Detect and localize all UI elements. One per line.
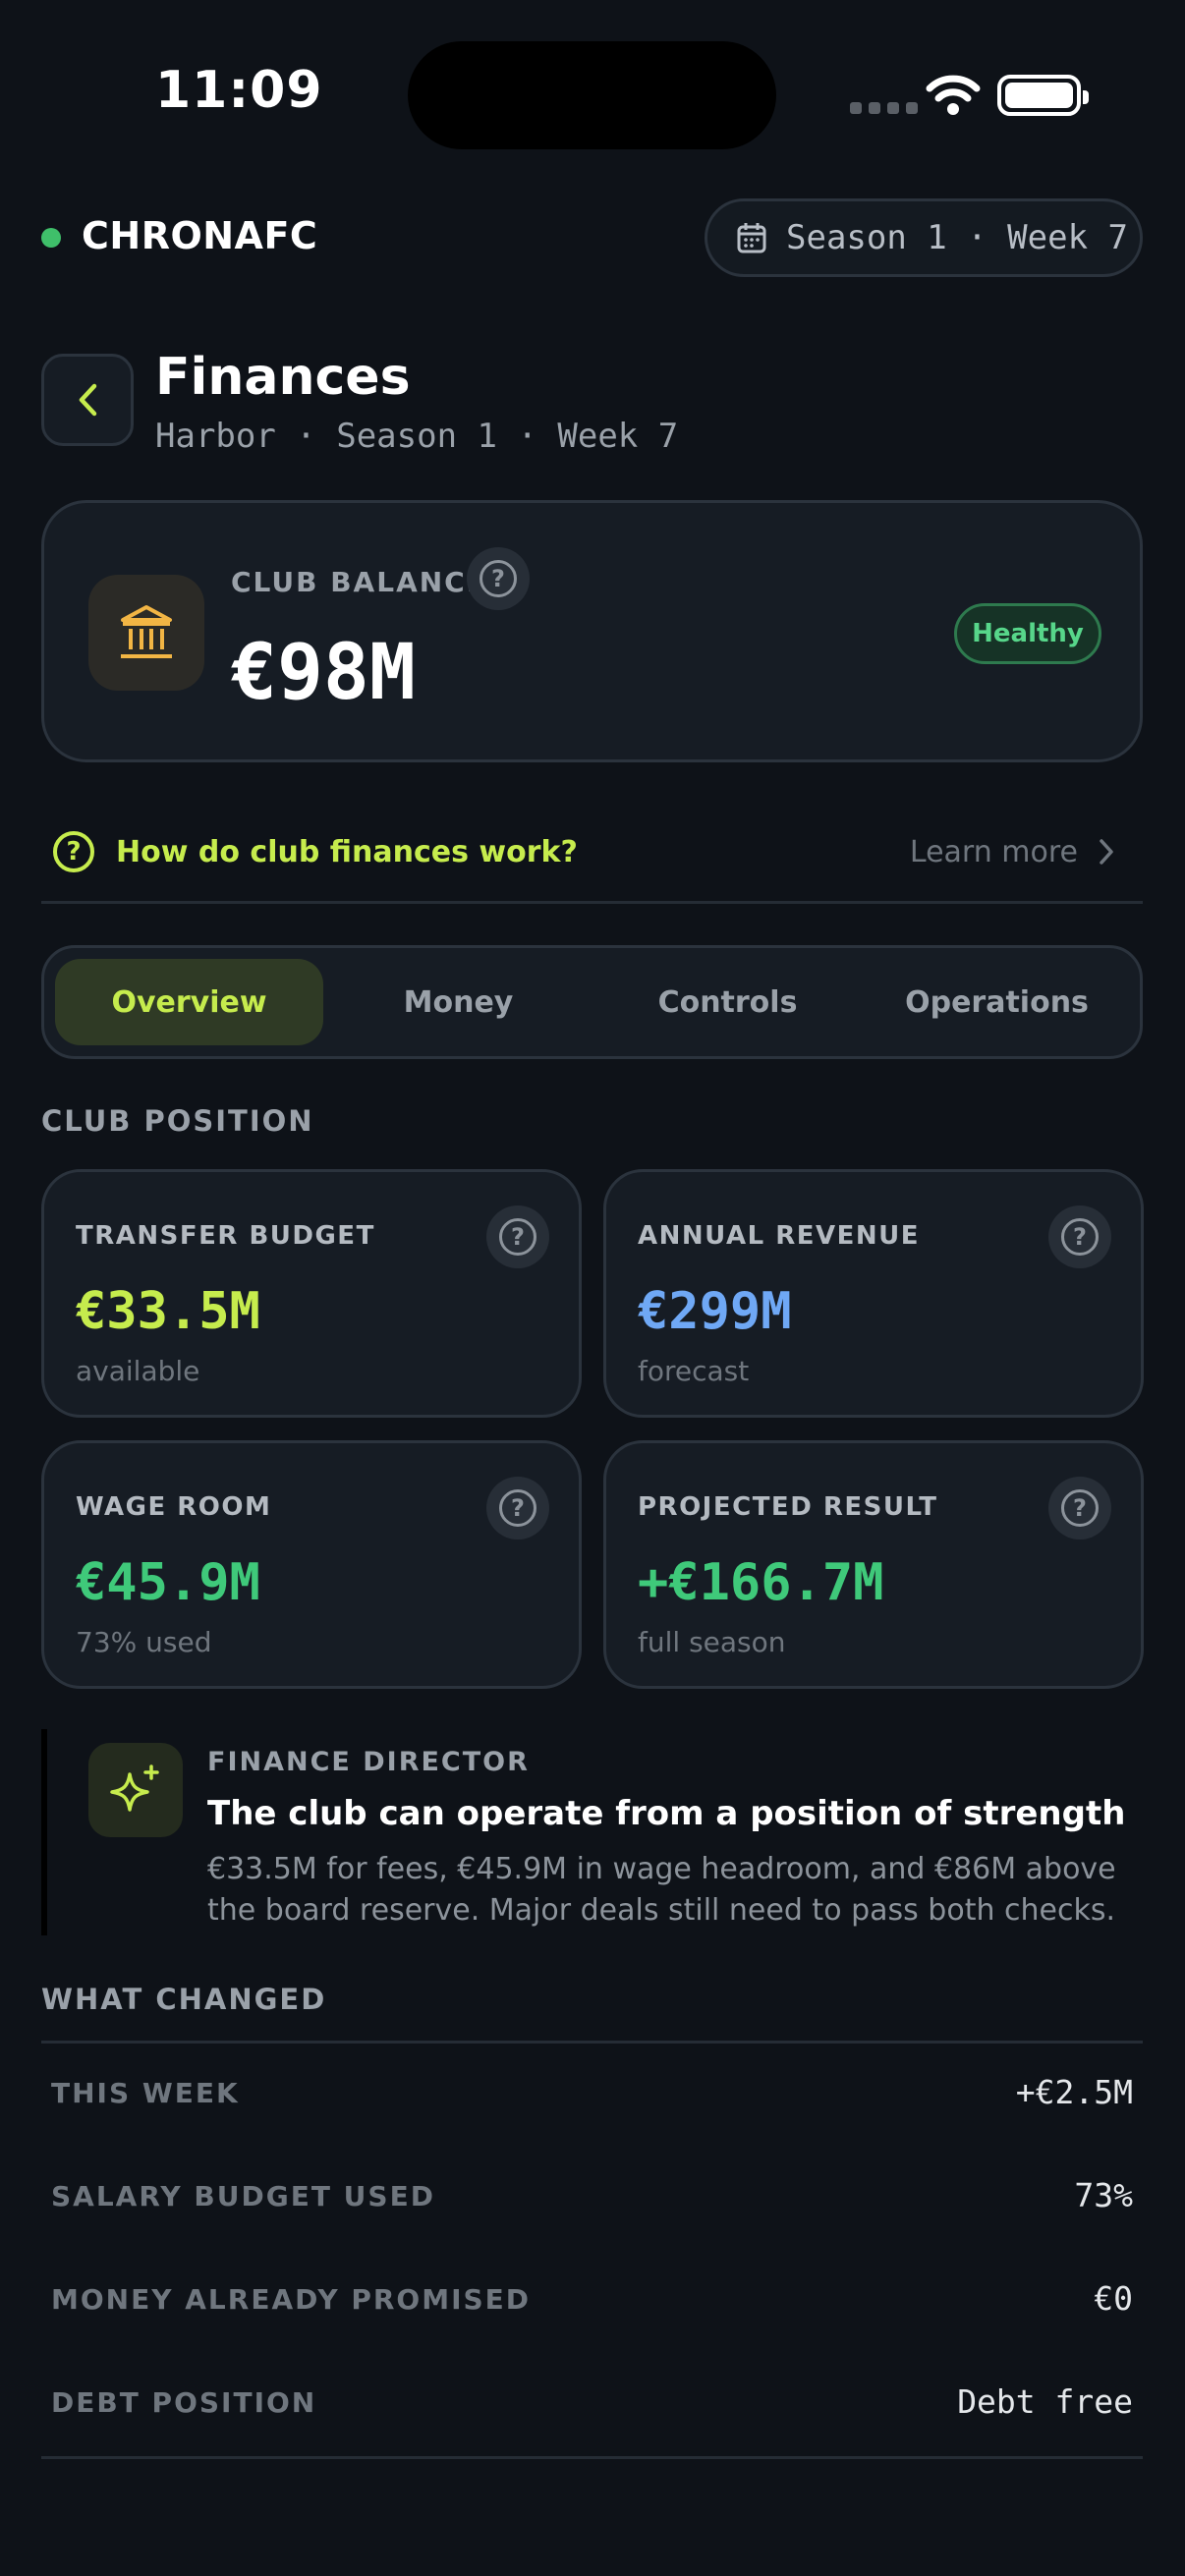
change-key: DEBT POSITION <box>51 2386 317 2419</box>
club-balance-value: €98M <box>231 629 416 717</box>
season-week-label: Season 1 · Week 7 <box>786 218 1128 257</box>
balance-help-button[interactable]: ? <box>467 547 530 610</box>
change-key: SALARY BUDGET USED <box>51 2180 435 2212</box>
change-value: 73% <box>1074 2176 1133 2214</box>
stat-value: €33.5M <box>76 1282 260 1341</box>
question-icon: ? <box>1061 1489 1099 1527</box>
status-time: 11:09 <box>155 61 323 120</box>
stat-sub: forecast <box>638 1355 750 1387</box>
projected-result-help-button[interactable]: ? <box>1048 1477 1111 1540</box>
club-brand: CHRONAFC <box>82 214 318 257</box>
page-title: Finances <box>155 348 411 407</box>
change-row-money-promised: MONEY ALREADY PROMISED €0 <box>41 2250 1143 2353</box>
change-value: Debt free <box>957 2382 1133 2421</box>
tab-money[interactable]: Money <box>324 959 592 1045</box>
stat-title: WAGE ROOM <box>76 1492 272 1522</box>
dynamic-island <box>408 41 776 149</box>
stat-value: €45.9M <box>76 1553 260 1612</box>
stat-title: PROJECTED RESULT <box>638 1492 938 1522</box>
projected-result-card: PROJECTED RESULT ? +€166.7M full season <box>603 1440 1144 1689</box>
battery-icon <box>997 75 1089 116</box>
finance-tabs: Overview Money Controls Operations <box>41 945 1143 1059</box>
stat-sub: available <box>76 1355 200 1387</box>
question-icon: ? <box>1061 1218 1099 1256</box>
change-key: THIS WEEK <box>51 2077 240 2109</box>
question-icon: ? <box>53 831 94 872</box>
bank-icon <box>88 575 204 691</box>
finances-help-link[interactable]: ? How do club finances work? Learn more <box>41 815 1143 904</box>
finance-director-headline: The club can operate from a position of … <box>207 1794 1126 1833</box>
annual-revenue-card: ANNUAL REVENUE ? €299M forecast <box>603 1169 1144 1418</box>
change-key: MONEY ALREADY PROMISED <box>51 2283 532 2316</box>
club-position-heading: CLUB POSITION <box>41 1104 314 1138</box>
change-value: €0 <box>1094 2279 1133 2318</box>
stat-sub: 73% used <box>76 1626 212 1658</box>
change-row-salary-budget: SALARY BUDGET USED 73% <box>41 2147 1143 2250</box>
finance-director-label: FINANCE DIRECTOR <box>207 1747 530 1777</box>
calendar-icon <box>737 223 766 253</box>
annual-revenue-help-button[interactable]: ? <box>1048 1205 1111 1268</box>
tab-overview[interactable]: Overview <box>55 959 323 1045</box>
learn-more-link[interactable]: Learn more <box>910 835 1078 869</box>
question-icon: ? <box>499 1218 536 1256</box>
club-balance-label: CLUB BALANCE <box>231 566 487 598</box>
page-subtitle: Harbor · Season 1 · Week 7 <box>155 417 679 456</box>
stat-sub: full season <box>638 1626 786 1658</box>
tab-controls[interactable]: Controls <box>593 959 862 1045</box>
chevron-right-icon <box>1100 839 1113 865</box>
stat-title: ANNUAL REVENUE <box>638 1221 920 1251</box>
question-icon: ? <box>480 560 517 597</box>
finance-director-body: €33.5M for fees, €45.9M in wage headroom… <box>207 1852 1116 1928</box>
change-row-this-week: THIS WEEK +€2.5M <box>41 2044 1143 2147</box>
club-balance-card: CLUB BALANCE ? €98M Healthy <box>41 500 1143 762</box>
cellular-signal-icon <box>850 102 918 114</box>
finances-screen: 11:09 CHRONAFC Season 1 · Week 7 Finance… <box>0 0 1185 2576</box>
finances-help-question: How do club finances work? <box>116 835 578 869</box>
stat-value: €299M <box>638 1282 792 1341</box>
change-value: +€2.5M <box>1015 2073 1133 2111</box>
back-button[interactable] <box>41 354 134 446</box>
wage-room-card: WAGE ROOM ? €45.9M 73% used <box>41 1440 582 1689</box>
finance-director-insight: FINANCE DIRECTOR The club can operate fr… <box>41 1729 1143 1935</box>
online-status-dot <box>41 228 61 248</box>
divider <box>41 2456 1143 2459</box>
tab-operations[interactable]: Operations <box>863 959 1131 1045</box>
chevron-left-icon <box>79 383 97 417</box>
what-changed-heading: WHAT CHANGED <box>41 1983 327 2016</box>
status-badge: Healthy <box>954 603 1101 664</box>
stat-title: TRANSFER BUDGET <box>76 1221 375 1251</box>
question-icon: ? <box>499 1489 536 1527</box>
transfer-budget-card: TRANSFER BUDGET ? €33.5M available <box>41 1169 582 1418</box>
change-row-debt-position: DEBT POSITION Debt free <box>41 2353 1143 2456</box>
sparkle-icon <box>88 1743 183 1837</box>
stat-value: +€166.7M <box>638 1553 884 1612</box>
season-week-pill[interactable]: Season 1 · Week 7 <box>705 198 1143 277</box>
wage-room-help-button[interactable]: ? <box>486 1477 549 1540</box>
transfer-budget-help-button[interactable]: ? <box>486 1205 549 1268</box>
wifi-icon <box>926 75 981 115</box>
